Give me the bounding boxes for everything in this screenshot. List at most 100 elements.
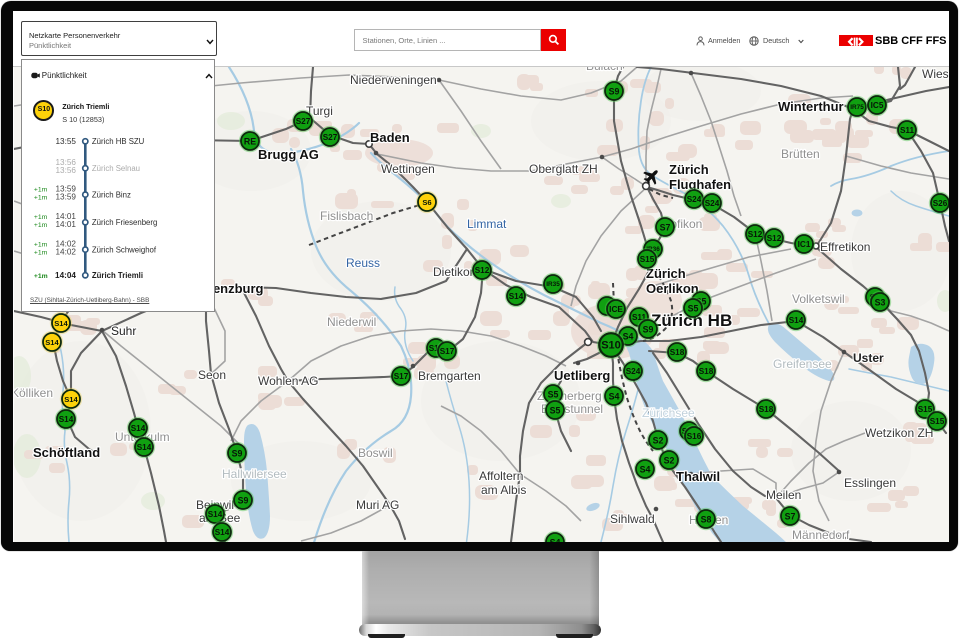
- svg-text:Effretikon: Effretikon: [820, 240, 870, 254]
- svg-text:Kölliken: Kölliken: [14, 386, 53, 400]
- svg-text:Niederweningen: Niederweningen: [350, 73, 437, 87]
- svg-text:S4: S4: [550, 538, 561, 543]
- svg-text:13:56: 13:56: [56, 166, 77, 175]
- svg-text:S15: S15: [640, 255, 655, 264]
- svg-text:S2: S2: [653, 436, 664, 446]
- svg-text:Thalwil: Thalwil: [676, 469, 720, 484]
- svg-text:S6: S6: [422, 198, 431, 207]
- svg-text:S24: S24: [687, 195, 702, 204]
- svg-text:Meilen: Meilen: [766, 488, 801, 502]
- svg-text:Greifensee: Greifensee: [773, 357, 832, 371]
- svg-text:S7: S7: [660, 223, 671, 233]
- svg-text:Fislisbach: Fislisbach: [320, 209, 373, 223]
- svg-text:S8: S8: [701, 515, 712, 525]
- svg-text:Affoltern: Affoltern: [479, 469, 523, 483]
- svg-text:Esslingen: Esslingen: [844, 476, 896, 490]
- svg-text:+1m: +1m: [34, 249, 48, 256]
- svg-text:S12: S12: [475, 266, 490, 275]
- svg-text:Zürichsee: Zürichsee: [642, 406, 695, 420]
- svg-text:+1m: +1m: [34, 186, 48, 193]
- svg-text:Boswil: Boswil: [358, 446, 393, 460]
- svg-text:S9: S9: [609, 87, 620, 97]
- svg-text:Brütten: Brütten: [781, 147, 820, 161]
- svg-text:Zürich Selnau: Zürich Selnau: [92, 164, 140, 173]
- svg-text:S14: S14: [215, 528, 230, 537]
- svg-text:Wetzikon ZH: Wetzikon ZH: [865, 426, 933, 440]
- svg-text:S27: S27: [323, 133, 338, 142]
- svg-text:S27: S27: [296, 117, 311, 126]
- svg-text:S24: S24: [705, 199, 720, 208]
- svg-text:S18: S18: [699, 367, 714, 376]
- svg-text:S2: S2: [664, 456, 675, 466]
- svg-text:Reuss: Reuss: [346, 256, 380, 270]
- svg-text:S12: S12: [748, 230, 763, 239]
- svg-text:Oerlikon: Oerlikon: [646, 281, 699, 296]
- svg-text:IR35: IR35: [546, 281, 560, 288]
- svg-text:S26: S26: [933, 199, 948, 208]
- svg-text:S14: S14: [137, 443, 152, 452]
- svg-text:+1m: +1m: [34, 241, 48, 248]
- svg-text:IC5: IC5: [871, 101, 884, 110]
- svg-text:S4: S4: [609, 392, 620, 402]
- svg-text:S14: S14: [64, 395, 78, 404]
- svg-text:Bremgarten: Bremgarten: [418, 369, 481, 383]
- svg-text:S18: S18: [670, 348, 685, 357]
- svg-text:S9: S9: [643, 325, 654, 335]
- svg-text:S14: S14: [45, 338, 59, 347]
- svg-text:+1m: +1m: [34, 194, 48, 201]
- svg-text:RE: RE: [244, 137, 256, 147]
- svg-text:Sihlwald: Sihlwald: [610, 512, 655, 526]
- svg-text:13:59: 13:59: [56, 192, 77, 201]
- svg-text:Dietikon: Dietikon: [433, 265, 476, 279]
- svg-text:Seon: Seon: [198, 368, 226, 382]
- svg-text:S24: S24: [626, 367, 641, 376]
- svg-text:S3: S3: [875, 298, 886, 308]
- svg-text:Oberglatt ZH: Oberglatt ZH: [529, 162, 598, 176]
- svg-text:+1m: +1m: [34, 273, 48, 280]
- svg-text:Suhr: Suhr: [111, 324, 136, 338]
- svg-text:Bülach: Bülach: [586, 66, 623, 73]
- svg-text:S10: S10: [601, 340, 621, 352]
- svg-text:S5: S5: [550, 406, 561, 416]
- svg-text:Wettingen: Wettingen: [381, 162, 435, 176]
- svg-text:Limmat: Limmat: [467, 217, 507, 231]
- svg-text:Männedorf: Männedorf: [792, 528, 850, 542]
- svg-text:S16: S16: [687, 432, 702, 441]
- svg-text:S14: S14: [59, 415, 74, 424]
- svg-text:14:01: 14:01: [56, 220, 77, 229]
- svg-text:S17: S17: [394, 372, 409, 381]
- svg-text:Zürich Friesenberg: Zürich Friesenberg: [92, 218, 157, 227]
- svg-text:S15: S15: [930, 417, 945, 426]
- svg-text:IR75: IR75: [850, 104, 864, 111]
- svg-text:S14: S14: [54, 319, 68, 328]
- svg-text:14:02: 14:02: [56, 247, 77, 256]
- svg-text:S9: S9: [232, 449, 243, 459]
- svg-text:Zürich: Zürich: [669, 162, 709, 177]
- svg-text:Hallwilersee: Hallwilersee: [222, 467, 287, 481]
- svg-text:Uster: Uster: [853, 351, 884, 365]
- svg-text:Zürich HB SZU: Zürich HB SZU: [92, 137, 145, 146]
- svg-text:S5: S5: [688, 304, 699, 314]
- svg-text:Zürich Triemli: Zürich Triemli: [92, 271, 143, 280]
- svg-text:IC1: IC1: [798, 240, 811, 249]
- svg-text:Brugg AG: Brugg AG: [258, 147, 319, 162]
- svg-text:Baden: Baden: [370, 130, 410, 145]
- svg-text:S18: S18: [759, 405, 774, 414]
- svg-text:+1m: +1m: [34, 214, 48, 221]
- svg-text:Winterthur: Winterthur: [778, 99, 844, 114]
- svg-text:+1m: +1m: [34, 222, 48, 229]
- svg-text:Wohlen AG: Wohlen AG: [258, 374, 318, 388]
- svg-text:S7: S7: [785, 512, 796, 522]
- svg-text:Zürich Binz: Zürich Binz: [92, 190, 131, 199]
- svg-text:S14: S14: [509, 292, 524, 301]
- svg-text:ICE: ICE: [609, 305, 623, 314]
- svg-text:Volketswil: Volketswil: [792, 292, 845, 306]
- svg-text:S11: S11: [900, 126, 915, 135]
- svg-text:Schöftland: Schöftland: [33, 445, 100, 460]
- svg-text:Niederwil: Niederwil: [327, 315, 376, 329]
- svg-text:am Albis: am Albis: [481, 483, 526, 497]
- svg-text:S14: S14: [208, 510, 223, 519]
- svg-text:Muri AG: Muri AG: [356, 498, 399, 512]
- svg-text:Zürich Schweighof: Zürich Schweighof: [92, 245, 157, 254]
- svg-text:S5: S5: [548, 390, 559, 400]
